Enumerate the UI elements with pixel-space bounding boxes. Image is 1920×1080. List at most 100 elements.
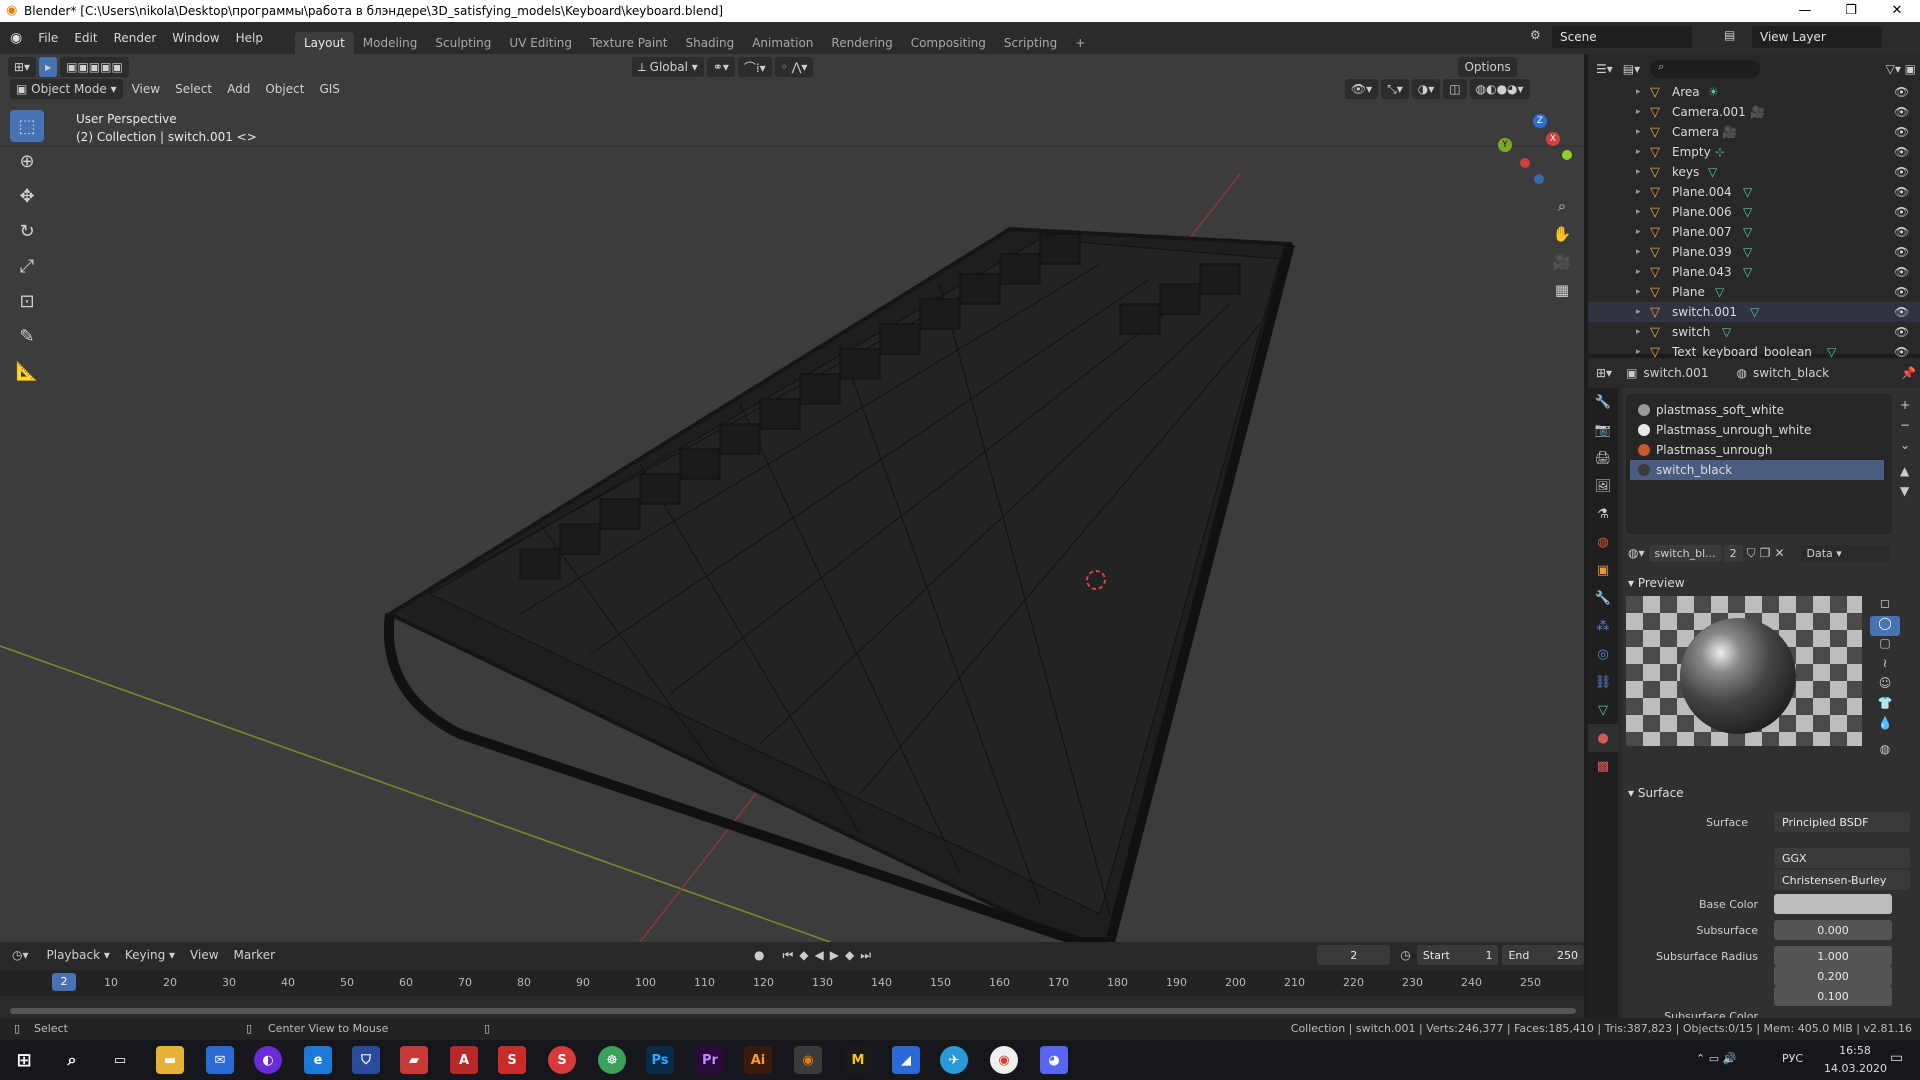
outliner-item[interactable]: ▸ ▽ switch.001 ▽ 👁 bbox=[1588, 302, 1920, 322]
acrobat-icon[interactable]: A bbox=[450, 1046, 478, 1074]
properties-editor-icon[interactable]: ⊞▾ bbox=[1596, 366, 1612, 380]
mesh-icon[interactable]: ▽ bbox=[1743, 225, 1752, 239]
visibility-eye-icon[interactable]: 👁 bbox=[1894, 205, 1909, 219]
menu-marker[interactable]: Marker bbox=[228, 945, 281, 965]
tab-sculpting[interactable]: Sculpting bbox=[426, 32, 500, 54]
shading-modes[interactable]: ◍◐●◕▾ bbox=[1469, 79, 1530, 99]
illustrator-icon[interactable]: Ai bbox=[744, 1046, 772, 1074]
app-blue-icon[interactable]: ◢ bbox=[892, 1046, 920, 1074]
mesh-icon[interactable]: ▽ bbox=[1743, 205, 1752, 219]
texture-tab-icon[interactable]: ▩ bbox=[1588, 752, 1618, 780]
expand-arrow-icon[interactable]: ▸ bbox=[1636, 267, 1641, 277]
filter-icon[interactable]: ▽▾ ▣ bbox=[1886, 62, 1916, 76]
app-purple-icon[interactable]: ◐ bbox=[254, 1046, 282, 1074]
subsurface-radius-x[interactable]: 1.000 bbox=[1774, 946, 1892, 966]
visibility-eye-icon[interactable]: 👁 bbox=[1894, 225, 1909, 239]
select-box-tool[interactable]: ⬚ bbox=[10, 110, 44, 142]
xray-toggle[interactable]: ◫ bbox=[1443, 79, 1467, 99]
measure-tool[interactable]: 📐 bbox=[10, 355, 44, 387]
visibility-eye-icon[interactable]: 👁 bbox=[1894, 105, 1909, 119]
preview-flat-icon[interactable]: ◻ bbox=[1870, 596, 1900, 616]
unlink-icon[interactable]: ✕ bbox=[1774, 546, 1784, 560]
select-tool-button[interactable]: ▸ bbox=[39, 57, 58, 77]
clock-date[interactable]: 14.03.2020 bbox=[1824, 1062, 1887, 1075]
current-frame-field[interactable]: 2 bbox=[1317, 945, 1391, 965]
material-name-field[interactable]: switch_bl... bbox=[1648, 544, 1722, 562]
app-m-icon[interactable]: M bbox=[844, 1046, 872, 1074]
gizmo-neg-x[interactable] bbox=[1520, 158, 1530, 168]
pivot-point-dropdown[interactable]: ⚭▾ bbox=[706, 57, 735, 77]
outliner-item[interactable]: ▸ ▽ Camera 🎥 👁 bbox=[1588, 122, 1920, 142]
menu-help[interactable]: Help bbox=[228, 31, 271, 45]
visibility-eye-icon[interactable]: 👁 bbox=[1894, 285, 1909, 299]
outliner-item[interactable]: ▸ ▽ Plane.039 ▽ 👁 bbox=[1588, 242, 1920, 262]
transform-orientation-dropdown[interactable]: ⟂ Global ▾ bbox=[631, 57, 704, 77]
app-s2-icon[interactable]: S bbox=[548, 1046, 576, 1074]
scene-tab-icon[interactable]: ⚗ bbox=[1588, 500, 1618, 528]
outliner-search-input[interactable]: ⌕ bbox=[1650, 60, 1761, 78]
preview-panel-header[interactable]: ▾ Preview bbox=[1628, 576, 1685, 590]
mesh-icon[interactable]: ▽ bbox=[1708, 165, 1717, 179]
preview-world-icon[interactable]: ◍ bbox=[1870, 742, 1900, 762]
outliner-item[interactable]: ▸ ▽ Plane.004 ▽ 👁 bbox=[1588, 182, 1920, 202]
visibility-eye-icon[interactable]: 👁 bbox=[1894, 245, 1909, 259]
menu-add[interactable]: Add bbox=[221, 79, 256, 99]
move-down-icon[interactable]: ▼ bbox=[1900, 484, 1909, 498]
scene-selector[interactable]: Scene bbox=[1552, 26, 1692, 48]
visibility-eye-icon[interactable]: 👁 bbox=[1894, 165, 1909, 179]
rotate-tool[interactable]: ↻ bbox=[10, 215, 44, 247]
premiere-icon[interactable]: Pr bbox=[696, 1046, 724, 1074]
gizmo-x-axis[interactable]: X bbox=[1546, 132, 1560, 146]
add-workspace-button[interactable]: + bbox=[1066, 32, 1094, 54]
file-explorer-icon[interactable]: ▬ bbox=[156, 1046, 184, 1074]
expand-arrow-icon[interactable]: ▸ bbox=[1636, 307, 1641, 317]
expand-arrow-icon[interactable]: ▸ bbox=[1636, 167, 1641, 177]
tab-layout[interactable]: Layout bbox=[294, 32, 354, 54]
proportional-edit-toggle[interactable]: ◦ ⋀▾ bbox=[774, 57, 814, 77]
select-mode-buttons[interactable]: ▣▣▣▣▣ bbox=[60, 57, 129, 77]
tab-rendering[interactable]: Rendering bbox=[822, 32, 901, 54]
editor-type-button[interactable]: ⊞▾ bbox=[8, 57, 37, 77]
output-tab-icon[interactable]: 🖨 bbox=[1588, 444, 1618, 472]
cursor-tool[interactable]: ⊕ bbox=[10, 145, 44, 177]
outliner-item[interactable]: ▸ ▽ Camera.001 🎥 👁 bbox=[1588, 102, 1920, 122]
tab-modeling[interactable]: Modeling bbox=[354, 32, 427, 54]
mesh-icon[interactable]: ▽ bbox=[1722, 325, 1731, 339]
object-tab-icon[interactable]: ▣ bbox=[1588, 556, 1618, 584]
mesh-icon[interactable]: ▽ bbox=[1827, 345, 1836, 359]
mesh-icon[interactable]: ▽ bbox=[1715, 285, 1724, 299]
visibility-eye-icon[interactable]: 👁 bbox=[1894, 145, 1909, 159]
menu-playback[interactable]: Playback ▾ bbox=[41, 945, 116, 965]
tab-shading[interactable]: Shading bbox=[676, 32, 743, 54]
annotate-tool[interactable]: ✎ bbox=[10, 320, 44, 352]
expand-arrow-icon[interactable]: ▸ bbox=[1636, 227, 1641, 237]
timeline-editor-icon[interactable]: ◷▾ bbox=[12, 948, 29, 962]
playhead[interactable]: 2 bbox=[52, 973, 76, 991]
expand-arrow-icon[interactable]: ▸ bbox=[1636, 207, 1641, 217]
playback-controls[interactable]: ⏮◆◀▶◆⏭ bbox=[783, 948, 878, 963]
subsurface-radius-y[interactable]: 0.200 bbox=[1774, 966, 1892, 986]
record-button[interactable]: ● bbox=[754, 948, 764, 962]
display-mode-icon[interactable]: ▤▾ bbox=[1623, 62, 1640, 76]
app-green-icon[interactable]: ☸ bbox=[598, 1046, 626, 1074]
preview-cube-icon[interactable]: ▢ bbox=[1870, 636, 1900, 656]
expand-arrow-icon[interactable]: ▸ bbox=[1636, 247, 1641, 257]
material-slot-item[interactable]: plastmass_soft_white bbox=[1630, 400, 1884, 420]
gizmo-z-axis[interactable]: Z bbox=[1533, 114, 1547, 128]
remove-slot-icon[interactable]: − bbox=[1900, 418, 1910, 432]
visibility-eye-icon[interactable]: 👁 bbox=[1894, 305, 1909, 319]
menu-timeline-view[interactable]: View bbox=[184, 945, 224, 965]
overlays-toggle[interactable]: ◑▾ bbox=[1411, 79, 1441, 99]
app-s-icon[interactable]: S bbox=[498, 1046, 526, 1074]
mode-dropdown[interactable]: ▣ Object Mode ▾ bbox=[10, 79, 123, 99]
gizmo-y-axis[interactable]: Y bbox=[1498, 138, 1512, 152]
edge-icon[interactable]: e bbox=[304, 1046, 332, 1074]
task-view-icon[interactable]: ▭ bbox=[106, 1046, 134, 1074]
render-tab-icon[interactable]: 📷 bbox=[1588, 416, 1618, 444]
slot-menu-icon[interactable]: ⌄ bbox=[1900, 438, 1910, 452]
fake-user-icon[interactable]: ⛉ bbox=[1747, 546, 1756, 561]
blender-taskbar-icon[interactable]: ◉ bbox=[794, 1046, 822, 1074]
outliner-item[interactable]: ▸ ▽ Plane.043 ▽ 👁 bbox=[1588, 262, 1920, 282]
menu-gis[interactable]: GIS bbox=[313, 79, 345, 99]
outliner-item[interactable]: ▸ ▽ switch ▽ 👁 bbox=[1588, 322, 1920, 342]
